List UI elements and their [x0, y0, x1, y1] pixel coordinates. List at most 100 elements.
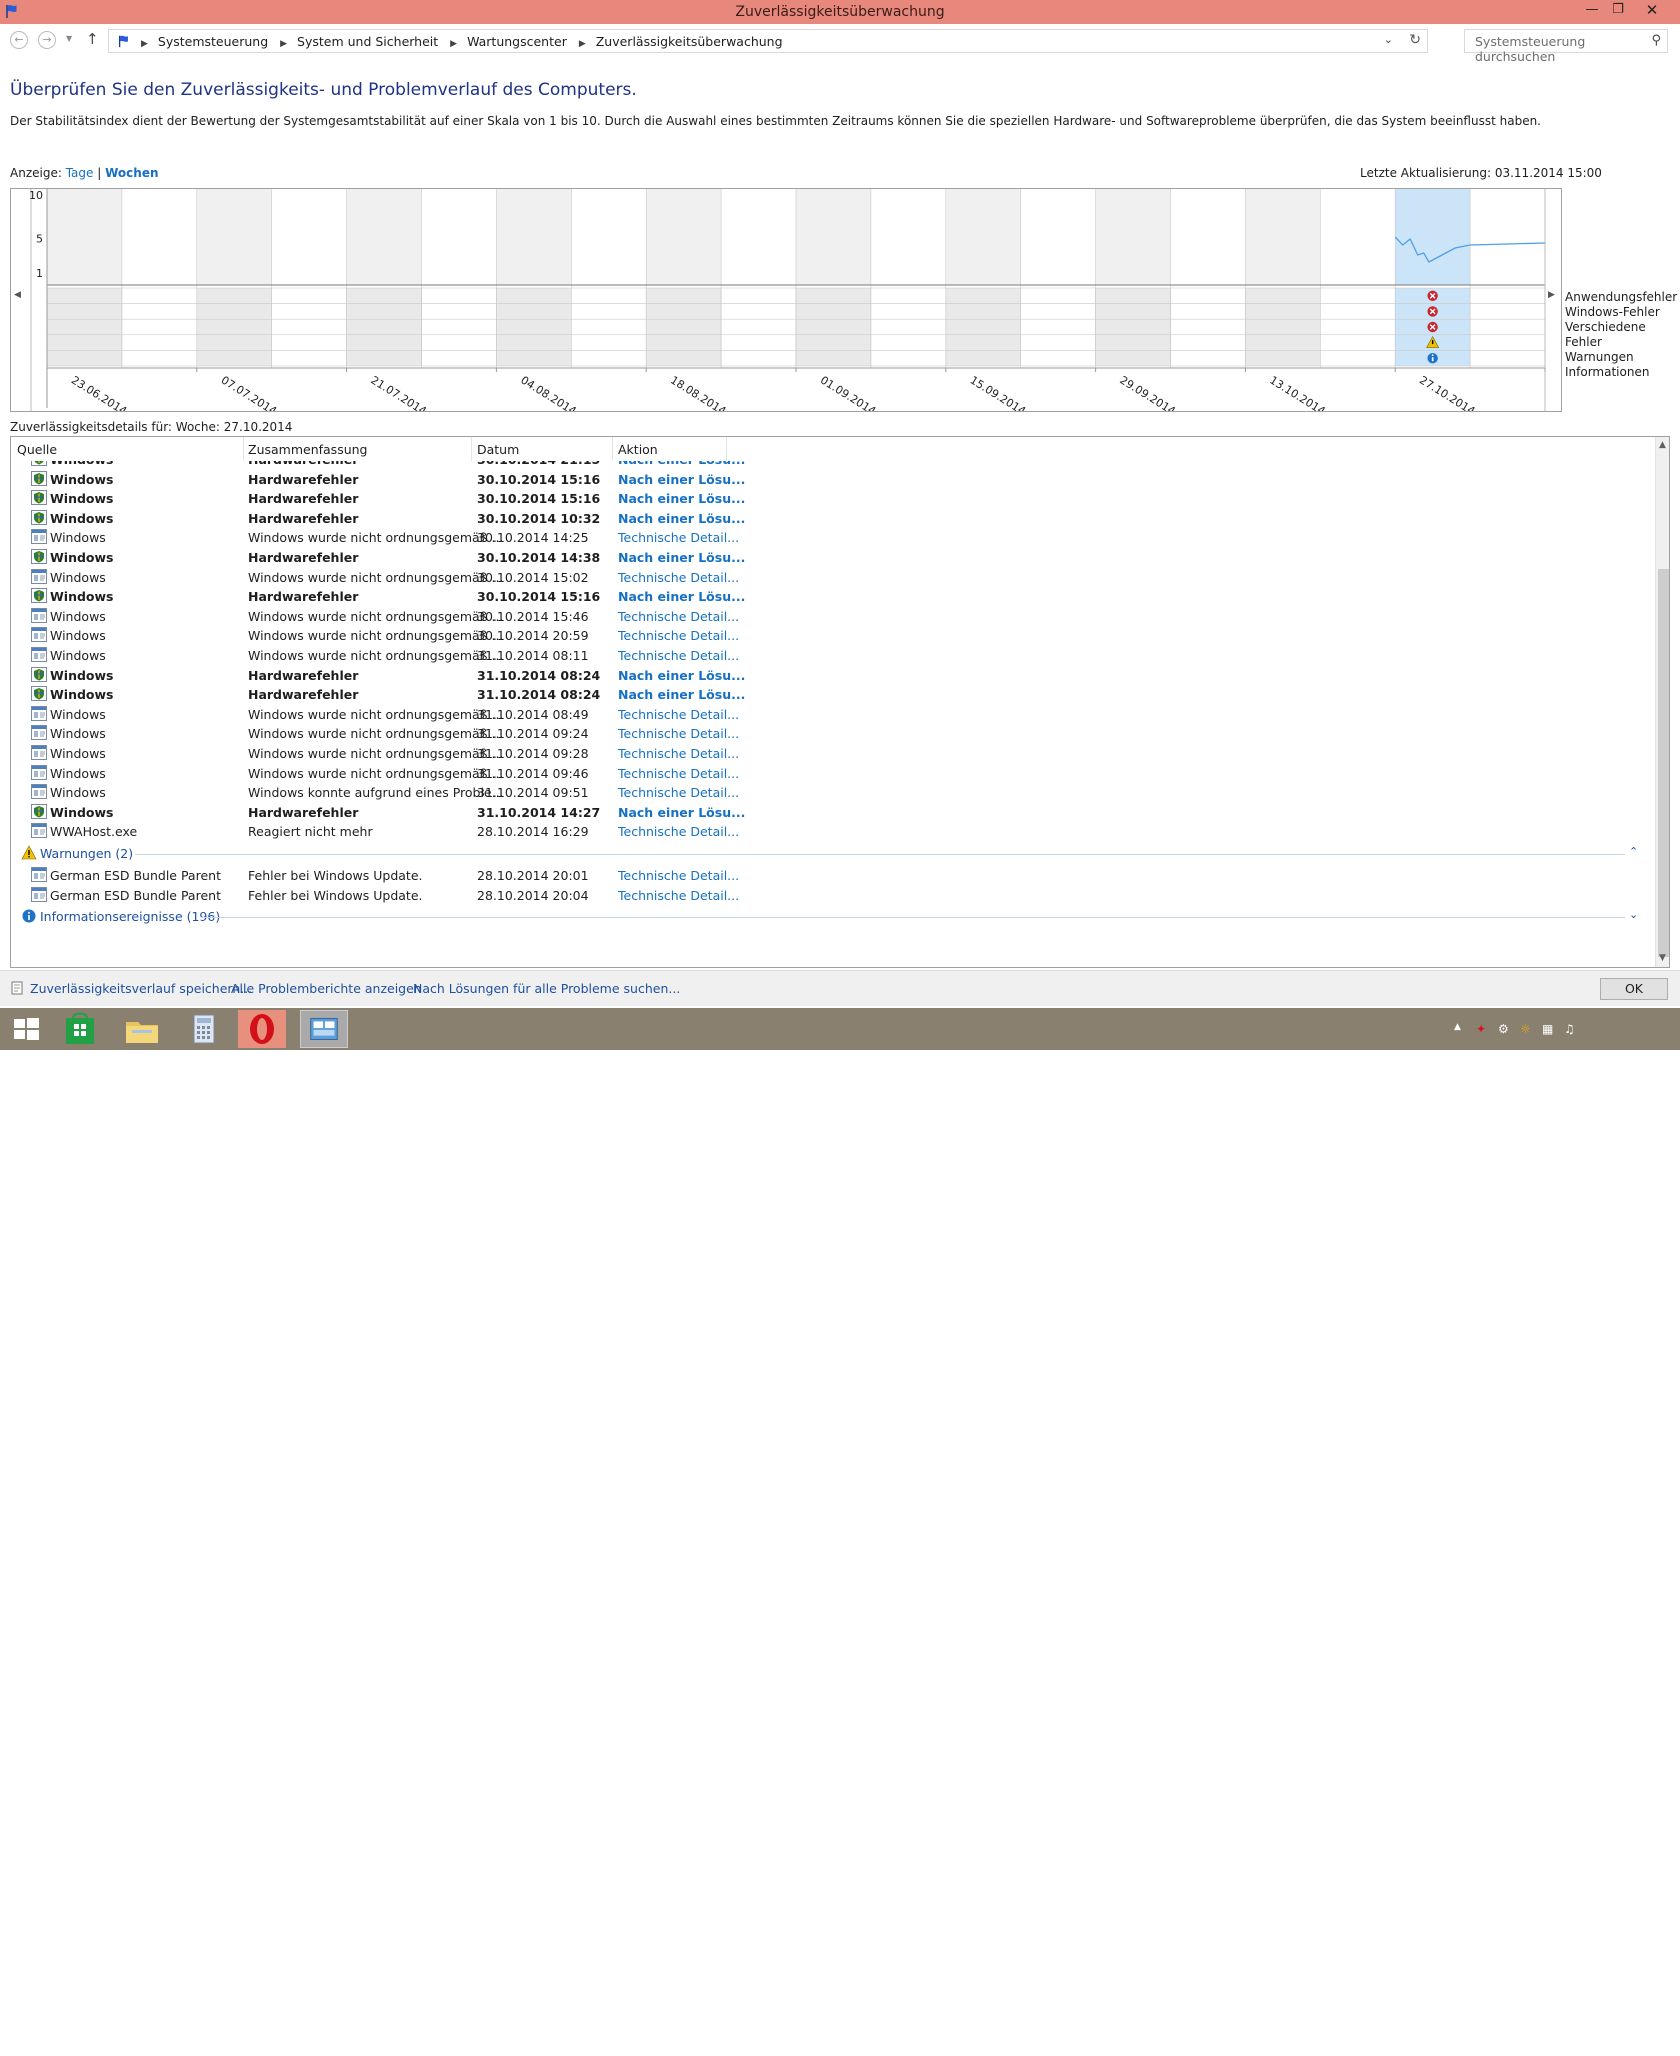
column-divider[interactable] — [471, 437, 472, 461]
column-divider[interactable] — [612, 437, 613, 461]
table-row[interactable]: Windows Windows wurde nicht ordnungsgemäß… — [11, 625, 1651, 645]
event-cell[interactable] — [645, 318, 722, 336]
column-divider[interactable] — [243, 437, 244, 461]
chart-column[interactable] — [1320, 189, 1396, 285]
event-cell[interactable] — [421, 287, 497, 304]
table-row[interactable]: Windows Windows wurde nicht ordnungsgemäß… — [11, 606, 1651, 626]
event-cell[interactable] — [1095, 303, 1171, 320]
forward-button[interactable]: → — [38, 31, 56, 49]
cell-action-link[interactable]: Technische Detail... — [618, 824, 739, 839]
event-cell[interactable] — [1469, 303, 1546, 320]
event-cell[interactable] — [121, 350, 198, 367]
event-cell[interactable] — [1245, 334, 1321, 351]
cell-action-link[interactable]: Technische Detail... — [618, 746, 739, 761]
cell-action-link[interactable]: Nach einer Lösu... — [618, 472, 745, 487]
volume-icon[interactable]: ♫ — [1564, 1022, 1575, 1036]
event-cell[interactable] — [1170, 350, 1246, 367]
scroll-right-icon[interactable]: ▶ — [1548, 290, 1555, 300]
event-cell[interactable] — [1245, 350, 1321, 367]
table-row[interactable]: Windows Hardwarefehler 31.10.2014 14:27 Nac… — [11, 802, 1651, 822]
refresh-icon[interactable]: ↻ — [1409, 32, 1421, 48]
event-cell[interactable] — [945, 334, 1021, 351]
chart-column[interactable] — [1095, 189, 1171, 285]
cell-action-link[interactable]: Technische Detail... — [618, 530, 739, 545]
event-cell[interactable] — [1020, 303, 1096, 320]
event-cell[interactable] — [870, 287, 947, 304]
event-cell[interactable] — [271, 318, 347, 336]
event-cell[interactable] — [496, 350, 572, 367]
table-row[interactable]: German ESD Bundle Parent Fehler bei Windo… — [11, 865, 1651, 885]
view-weeks-link[interactable]: Wochen — [105, 166, 158, 180]
event-cell[interactable] — [1020, 334, 1096, 351]
event-cell[interactable] — [121, 318, 198, 336]
event-cell[interactable] — [271, 350, 347, 367]
event-cell[interactable] — [1320, 334, 1396, 351]
event-cell[interactable] — [1170, 334, 1246, 351]
event-cell[interactable] — [1320, 287, 1396, 304]
event-cell[interactable] — [1095, 318, 1171, 336]
network-icon[interactable]: ▦ — [1542, 1022, 1553, 1036]
event-cell[interactable] — [1020, 350, 1096, 367]
chart-column[interactable] — [121, 189, 197, 285]
event-cell[interactable] — [870, 350, 947, 367]
cell-action-link[interactable]: Technische Detail... — [618, 785, 739, 800]
reliability-chart-svg[interactable]: 10 5 1 23.06.2014 07.07.2014 21.07.2014 04.08.… — [11, 189, 1561, 418]
chevron-right-icon[interactable]: ▶ — [450, 39, 457, 49]
cell-action-link[interactable]: Technische Detail... — [618, 707, 739, 722]
search-input[interactable]: Systemsteuerung durchsuchen ⚲ — [1464, 29, 1668, 64]
cell-action-link[interactable]: Nach einer Lösu... — [618, 550, 745, 565]
event-cell[interactable] — [945, 287, 1021, 304]
event-cell[interactable] — [196, 350, 272, 367]
event-cell[interactable] — [571, 334, 647, 351]
breadcrumb-systemsteuerung[interactable]: Systemsteuerung — [158, 34, 268, 49]
chart-column[interactable] — [721, 189, 796, 285]
event-cell[interactable] — [271, 287, 347, 304]
group-header-information[interactable]: Informationsereignisse (196) ⌄ — [11, 906, 1651, 928]
event-cell[interactable] — [271, 303, 347, 320]
chart-column[interactable] — [1395, 189, 1471, 285]
table-row[interactable]: Windows Windows wurde nicht ordnungsgemäß… — [11, 527, 1651, 547]
event-cell[interactable] — [795, 318, 872, 336]
taskbar-clock[interactable]: 16:46 03.11.2014 — [1598, 2024, 1668, 2056]
chevron-right-icon[interactable]: ▶ — [579, 39, 586, 49]
table-row[interactable]: Windows Windows wurde nicht ordnungsgemäß… — [11, 763, 1651, 783]
event-cell[interactable] — [421, 350, 497, 367]
event-cell[interactable] — [196, 334, 272, 351]
event-cell[interactable] — [795, 303, 872, 320]
event-cell[interactable] — [1469, 350, 1546, 367]
event-cell[interactable] — [196, 303, 272, 320]
event-cell[interactable] — [1320, 303, 1396, 320]
table-row[interactable]: Windows Windows wurde nicht ordnungsgemäß… — [11, 645, 1651, 665]
event-cell[interactable] — [645, 350, 722, 367]
event-cell[interactable] — [46, 318, 123, 336]
event-cell[interactable] — [1469, 287, 1546, 304]
search-icon[interactable]: ⚲ — [1651, 33, 1661, 48]
breadcrumb-system-und-sicherheit[interactable]: System und Sicherheit — [297, 34, 438, 49]
chart-column[interactable] — [1245, 189, 1321, 285]
cell-action-link[interactable]: Nach einer Lösu... — [618, 589, 745, 604]
opera-icon[interactable] — [238, 1010, 286, 1048]
chart-column[interactable] — [196, 189, 272, 285]
table-row[interactable]: Windows Windows konnte aufgrund eines Pro… — [11, 782, 1651, 802]
scroll-down-icon[interactable]: ▼ — [1659, 953, 1666, 963]
event-cell[interactable] — [1245, 287, 1321, 304]
cell-action-link[interactable]: Technische Detail... — [618, 868, 739, 883]
table-row[interactable]: WWAHost.exe Reagiert nicht mehr 28.10.2014… — [11, 821, 1651, 841]
event-cell[interactable] — [720, 318, 797, 336]
table-row[interactable]: Windows Hardwarefehler 30.10.2014 15:16 Nac… — [11, 469, 1651, 489]
event-cell[interactable] — [1469, 318, 1546, 336]
event-cell[interactable] — [945, 303, 1021, 320]
save-history-link[interactable]: Zuverlässigkeitsverlauf speichern... — [30, 981, 252, 996]
cell-action-link[interactable]: Technische Detail... — [618, 609, 739, 624]
chart-column[interactable] — [870, 189, 946, 285]
recent-pages-dropdown[interactable]: ▼ — [66, 34, 72, 43]
event-cell[interactable] — [346, 350, 422, 367]
chart-column[interactable] — [796, 189, 871, 285]
event-cell[interactable] — [46, 303, 123, 320]
chart-column[interactable] — [47, 189, 122, 285]
steam-icon[interactable]: ⚙ — [1498, 1022, 1509, 1036]
event-cell[interactable] — [1095, 350, 1171, 367]
back-button[interactable]: ← — [10, 31, 28, 49]
event-cell[interactable] — [346, 303, 422, 320]
event-cell[interactable] — [121, 287, 198, 304]
